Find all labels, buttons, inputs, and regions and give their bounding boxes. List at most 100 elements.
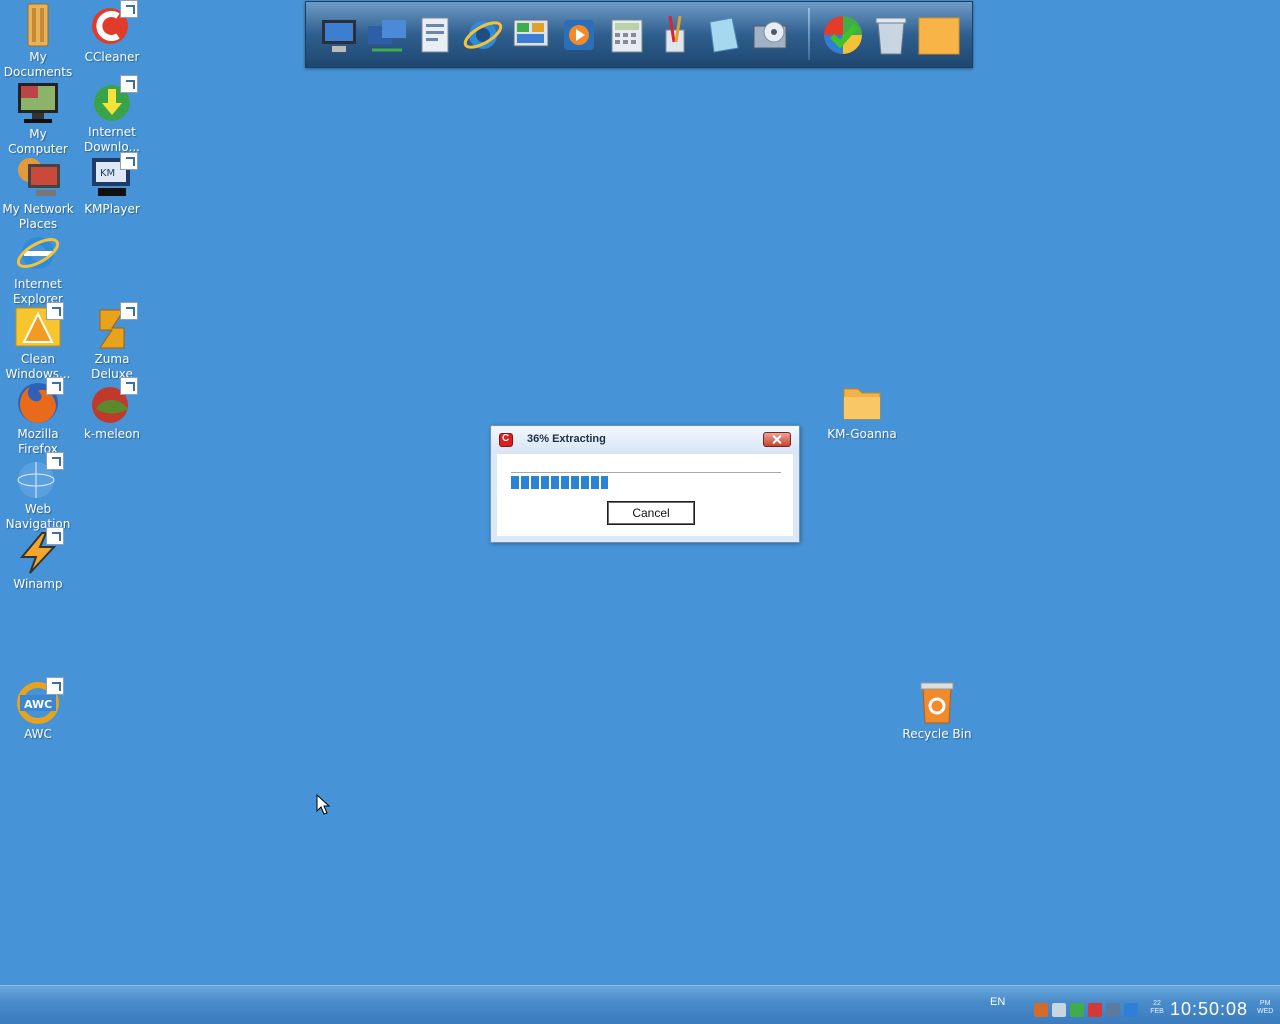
volume-icon[interactable]: [1052, 1003, 1066, 1017]
clock-time: 10:50:08: [1170, 999, 1249, 1019]
dialog-body: Cancel: [497, 454, 793, 536]
icon-label: Recycle Bin: [902, 727, 972, 741]
dialog-titlebar[interactable]: 36% Extracting: [491, 426, 799, 454]
windows-logo-icon[interactable]: [820, 12, 866, 58]
icon-label: KMPlayer: [84, 202, 140, 216]
media-player-icon[interactable]: [556, 12, 602, 58]
ccleaner-icon: [88, 0, 138, 50]
cd-drive-icon[interactable]: [748, 12, 794, 58]
desktop-icon-internet-download-manager[interactable]: Internet Downlo...: [74, 75, 150, 155]
desktop-icon-ccleaner[interactable]: CCleaner: [74, 0, 150, 65]
internet-download-manager-icon: [88, 75, 138, 125]
clock-month: FEB: [1150, 1008, 1164, 1015]
my-network-places-icon: [14, 154, 62, 202]
cancel-button[interactable]: Cancel: [607, 501, 695, 525]
extract-progress-bar: [511, 472, 781, 489]
icon-label: Internet Downlo...: [84, 125, 140, 154]
internet-explorer-icon[interactable]: [460, 12, 506, 58]
icon-label: AWC: [24, 727, 52, 741]
my-computer-icon: [14, 79, 62, 127]
desktop-icon-kmplayer[interactable]: KM KMPlayer: [74, 152, 150, 217]
shortcut-arrow-icon: [120, 75, 138, 93]
desktop-icon-awc[interactable]: AWC AWC: [0, 677, 76, 742]
firefox-icon: [14, 377, 64, 427]
icon-label: My Network Places: [2, 202, 74, 231]
shortcut-arrow-icon: [120, 377, 138, 395]
progress-fill: [511, 476, 608, 489]
calculator-icon[interactable]: [604, 12, 650, 58]
desktop-icon-my-documents[interactable]: My Documents: [0, 2, 76, 80]
winamp-icon: [14, 527, 64, 577]
shortcut-arrow-icon: [46, 377, 64, 395]
ccleaner-app-icon: [499, 433, 513, 447]
desktop-icon-my-network-places[interactable]: My Network Places: [0, 154, 76, 232]
clock-date: 22 FEB: [1146, 1000, 1168, 1016]
clock-ampm: PM: [1259, 1000, 1271, 1007]
icon-label: My Computer: [8, 127, 68, 156]
network-icon[interactable]: [364, 12, 410, 58]
clean-windows-icon: [14, 302, 64, 352]
desktop-icon-km-goanna[interactable]: KM-Goanna: [824, 379, 900, 442]
taskbar: EN 22 FEB 10:50:08 PM WED: [0, 985, 1280, 1024]
desktop-icon-winamp[interactable]: Winamp: [0, 527, 76, 592]
my-documents-icon: [14, 2, 62, 50]
icon-label: Mozilla Firefox: [17, 427, 59, 456]
desktop-icon-web-navigation[interactable]: Web Navigation: [0, 452, 76, 532]
paint-icon[interactable]: [652, 12, 698, 58]
antivirus-icon[interactable]: [1088, 1003, 1102, 1017]
security-shield-icon[interactable]: [1070, 1003, 1084, 1017]
my-computer-icon[interactable]: [316, 12, 362, 58]
dock-separator: [808, 8, 810, 60]
desktop-icon-recycle-bin[interactable]: Recycle Bin: [899, 679, 975, 742]
folder-icon[interactable]: [916, 12, 962, 58]
shortcut-arrow-icon: [120, 152, 138, 170]
icon-label: Zuma Deluxe: [91, 352, 133, 381]
trash-icon[interactable]: [868, 12, 914, 58]
clock-weekday: WED: [1257, 1008, 1274, 1015]
folder-icon: [838, 379, 886, 427]
network-tray-icon[interactable]: [1106, 1003, 1120, 1017]
desktop-icon-internet-explorer[interactable]: Internet Explorer: [0, 229, 76, 307]
web-navigation-icon: [14, 452, 64, 502]
recycle-bin-icon: [913, 679, 961, 727]
zuma-deluxe-icon: [88, 302, 138, 352]
dialog-title: 36% Extracting: [527, 433, 606, 445]
icon-label: Internet Explorer: [13, 277, 63, 306]
icon-label: CCleaner: [84, 50, 140, 64]
desktop-icon-mozilla-firefox[interactable]: Mozilla Firefox: [0, 377, 76, 457]
kmplayer-icon: KM: [88, 152, 138, 202]
k-meleon-icon: [88, 377, 138, 427]
svg-text:KM: KM: [100, 168, 115, 179]
desktop-icon-clean-windows[interactable]: Clean Windows...: [0, 302, 76, 382]
icon-label: k-meleon: [83, 427, 140, 441]
documents-icon[interactable]: [412, 12, 458, 58]
shortcut-arrow-icon: [46, 452, 64, 470]
svg-text:AWC: AWC: [24, 698, 52, 711]
icon-label: KM-Goanna: [827, 427, 897, 441]
awc-icon: AWC: [14, 677, 64, 727]
display-tray-icon[interactable]: [1124, 1003, 1138, 1017]
shortcut-arrow-icon: [120, 0, 138, 18]
desktop-icon-my-computer[interactable]: My Computer: [0, 79, 76, 157]
clock-ampm-weekday: PM WED: [1257, 1000, 1273, 1016]
shortcut-arrow-icon: [120, 302, 138, 320]
close-button[interactable]: [763, 432, 791, 447]
extract-dialog: 36% Extracting Cancel: [490, 425, 800, 543]
clock-day: 22: [1153, 1000, 1161, 1007]
clock[interactable]: 22 FEB 10:50:08 PM WED: [1144, 999, 1278, 1023]
desktop-icon-zuma-deluxe[interactable]: Zuma Deluxe: [74, 302, 150, 382]
icon-label: Clean Windows...: [5, 352, 71, 381]
control-panel-icon[interactable]: [508, 12, 554, 58]
internet-explorer-icon: [14, 229, 62, 277]
tray-app-icon[interactable]: [1034, 1003, 1048, 1017]
icon-label: My Documents: [3, 50, 73, 79]
shortcut-arrow-icon: [46, 302, 64, 320]
icon-label: Winamp: [13, 577, 63, 591]
desktop: My Documents CCleaner My Computer Intern…: [0, 0, 1280, 985]
desktop-icon-k-meleon[interactable]: k-meleon: [74, 377, 150, 442]
icon-label: Web Navigation: [5, 502, 71, 531]
shortcut-arrow-icon: [46, 677, 64, 695]
notepad-icon[interactable]: [700, 12, 746, 58]
language-indicator[interactable]: EN: [990, 996, 1005, 1008]
shortcut-arrow-icon: [46, 527, 64, 545]
